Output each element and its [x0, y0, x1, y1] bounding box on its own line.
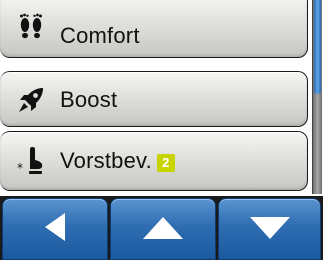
mode-menu-list: Comfort Boost * Vorstbev. 2	[0, 0, 314, 194]
menu-item-frost-protection[interactable]: * Vorstbev. 2	[0, 131, 308, 191]
navigation-bar	[0, 196, 323, 260]
menu-item-comfort[interactable]: Comfort	[0, 0, 308, 58]
menu-item-label-text: Vorstbev.	[60, 148, 152, 173]
scrollbar-thumb[interactable]	[314, 0, 321, 94]
menu-item-label: Comfort	[60, 23, 140, 48]
up-arrow-icon	[141, 207, 185, 252]
back-button[interactable]	[2, 198, 108, 260]
scrollbar[interactable]	[312, 0, 322, 194]
svg-text:*: *	[17, 161, 23, 175]
menu-item-boost[interactable]: Boost	[0, 71, 308, 127]
scroll-down-button[interactable]	[218, 198, 321, 260]
left-arrow-icon	[33, 207, 77, 252]
thermostat-menu-screen: Comfort Boost * Vorstbev. 2	[0, 0, 323, 260]
down-arrow-icon	[248, 207, 292, 252]
step-badge: 2	[156, 154, 175, 172]
menu-item-label: Boost	[60, 87, 118, 112]
footprints-icon	[14, 10, 48, 44]
menu-item-label: Vorstbev. 2	[60, 148, 175, 174]
scroll-up-button[interactable]	[110, 198, 216, 260]
frost-protection-icon: *	[14, 144, 48, 178]
rocket-icon	[14, 83, 48, 117]
